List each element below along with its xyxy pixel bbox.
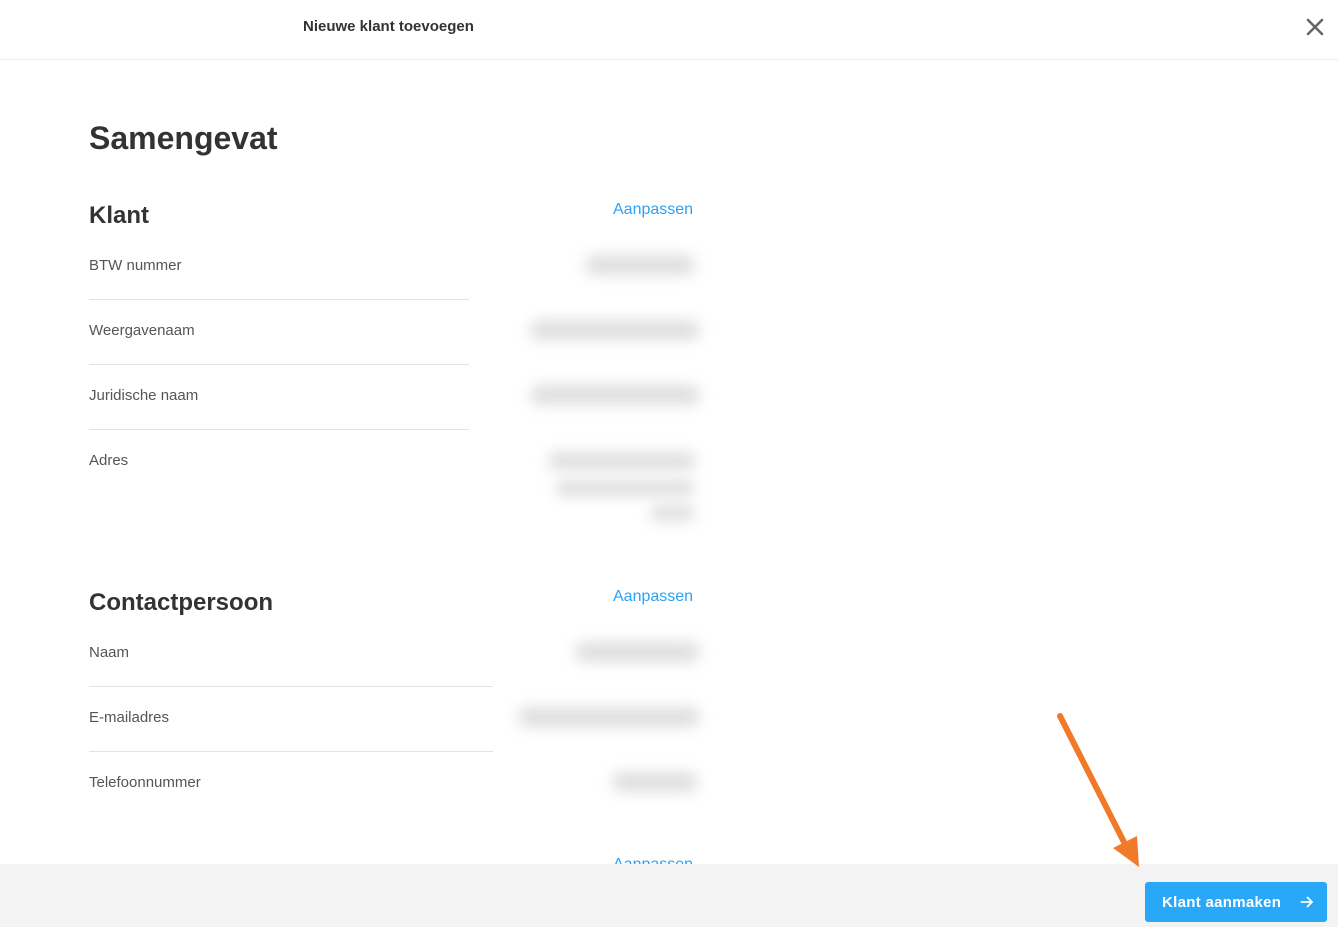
modal-footer: Klant aanmaken — [0, 864, 1338, 927]
edit-contact-link[interactable]: Aanpassen — [613, 588, 693, 606]
divider — [89, 429, 469, 430]
field-label-legal-name: Juridische naam — [89, 387, 199, 404]
field-value-name — [575, 642, 700, 662]
divider — [89, 686, 493, 687]
divider — [89, 364, 469, 365]
divider — [89, 299, 469, 300]
section-title-contact: Contactpersoon — [89, 589, 274, 616]
field-value-address-line-2 — [555, 480, 695, 496]
edit-third-section-link[interactable]: Aanpassen — [613, 856, 693, 864]
create-client-button[interactable]: Klant aanmaken — [1145, 882, 1327, 922]
field-value-display-name — [530, 320, 700, 340]
modal-title: Nieuwe klant toevoegen — [303, 18, 474, 35]
field-label-address: Adres — [89, 452, 129, 469]
field-value-address-line-3 — [650, 505, 695, 521]
field-label-vat-number: BTW nummer — [89, 257, 182, 274]
section-title-client: Klant — [89, 202, 149, 229]
edit-client-link[interactable]: Aanpassen — [613, 201, 693, 219]
field-value-address-line-1 — [548, 452, 696, 470]
field-label-display-name: Weergavenaam — [89, 322, 195, 339]
close-icon[interactable] — [1302, 14, 1328, 40]
arrow-right-icon — [1300, 896, 1313, 908]
modal-header: Nieuwe klant toevoegen — [0, 0, 1338, 60]
divider — [89, 751, 493, 752]
field-label-phone: Telefoonnummer — [89, 774, 201, 791]
field-value-legal-name — [530, 385, 700, 405]
field-value-email — [518, 707, 700, 727]
field-value-phone — [612, 772, 698, 792]
modal-body: Samengevat Klant Aanpassen BTW nummer We… — [0, 60, 1338, 864]
field-label-email: E-mailadres — [89, 709, 170, 726]
close-button[interactable] — [1302, 14, 1328, 40]
page-title: Samengevat — [89, 120, 278, 156]
field-label-name: Naam — [89, 644, 130, 661]
create-client-button-label: Klant aanmaken — [1162, 893, 1282, 911]
field-value-vat-number — [585, 255, 695, 275]
